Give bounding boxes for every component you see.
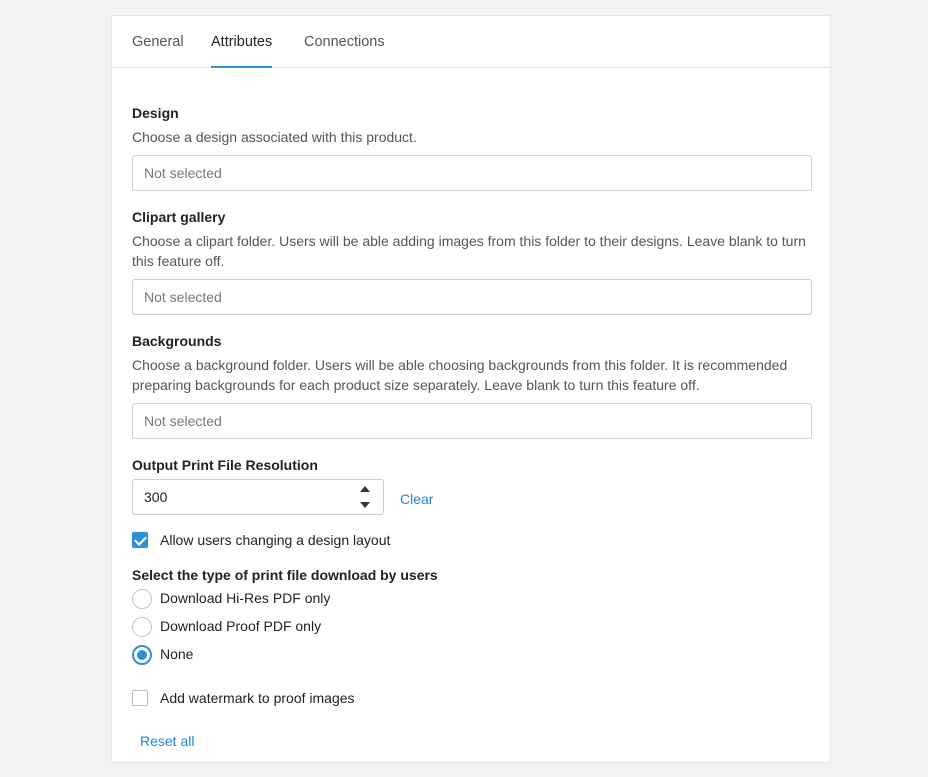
radio-none[interactable] (132, 645, 152, 665)
watermark-label: Add watermark to proof images (160, 690, 355, 706)
radio-hires[interactable] (132, 589, 152, 609)
tab-connections[interactable]: Connections (304, 34, 385, 68)
backgrounds-label: Backgrounds (132, 333, 222, 349)
download-option-label: Download Hi-Res PDF only (160, 590, 331, 606)
watermark-option[interactable]: Add watermark to proof images (132, 689, 432, 709)
clipart-label: Clipart gallery (132, 209, 226, 225)
resolution-value: 300 (144, 489, 168, 505)
download-option-none[interactable]: None (132, 645, 392, 665)
resolution-number-input[interactable]: 300 (132, 479, 384, 515)
reset-all-link[interactable]: Reset all (140, 733, 194, 749)
spinner-up-icon[interactable] (360, 486, 370, 492)
allow-layout-label: Allow users changing a design layout (160, 532, 391, 548)
backgrounds-description-line2: preparing backgrounds for each product s… (132, 377, 700, 393)
spinner-down-icon[interactable] (360, 502, 370, 508)
radio-proof[interactable] (132, 617, 152, 637)
clear-resolution-link[interactable]: Clear (400, 491, 433, 507)
backgrounds-description-line1: Choose a background folder. Users will b… (132, 357, 788, 373)
tab-bar: General Attributes Connections (112, 16, 830, 68)
download-option-proof[interactable]: Download Proof PDF only (132, 617, 392, 637)
allow-layout-option[interactable]: Allow users changing a design layout (132, 531, 432, 551)
product-settings-card: General Attributes Connections Design Ch… (111, 15, 831, 763)
resolution-label: Output Print File Resolution (132, 457, 318, 473)
spinner-arrows-icon[interactable] (360, 486, 370, 508)
watermark-checkbox[interactable] (132, 690, 148, 706)
tab-general[interactable]: General (132, 34, 184, 68)
design-label: Design (132, 105, 179, 121)
clipart-select[interactable]: Not selected (132, 279, 812, 315)
download-option-hires[interactable]: Download Hi-Res PDF only (132, 589, 392, 609)
download-type-label: Select the type of print file download b… (132, 567, 438, 583)
clipart-description-line2: this feature off. (132, 253, 225, 269)
design-description: Choose a design associated with this pro… (132, 129, 417, 145)
tab-attributes[interactable]: Attributes (211, 34, 273, 68)
design-select[interactable]: Not selected (132, 155, 812, 191)
download-option-label: None (160, 646, 194, 662)
backgrounds-select[interactable]: Not selected (132, 403, 812, 439)
clipart-description-line1: Choose a clipart folder. Users will be a… (132, 233, 806, 249)
allow-layout-checkbox[interactable] (132, 532, 148, 548)
download-option-label: Download Proof PDF only (160, 618, 322, 634)
